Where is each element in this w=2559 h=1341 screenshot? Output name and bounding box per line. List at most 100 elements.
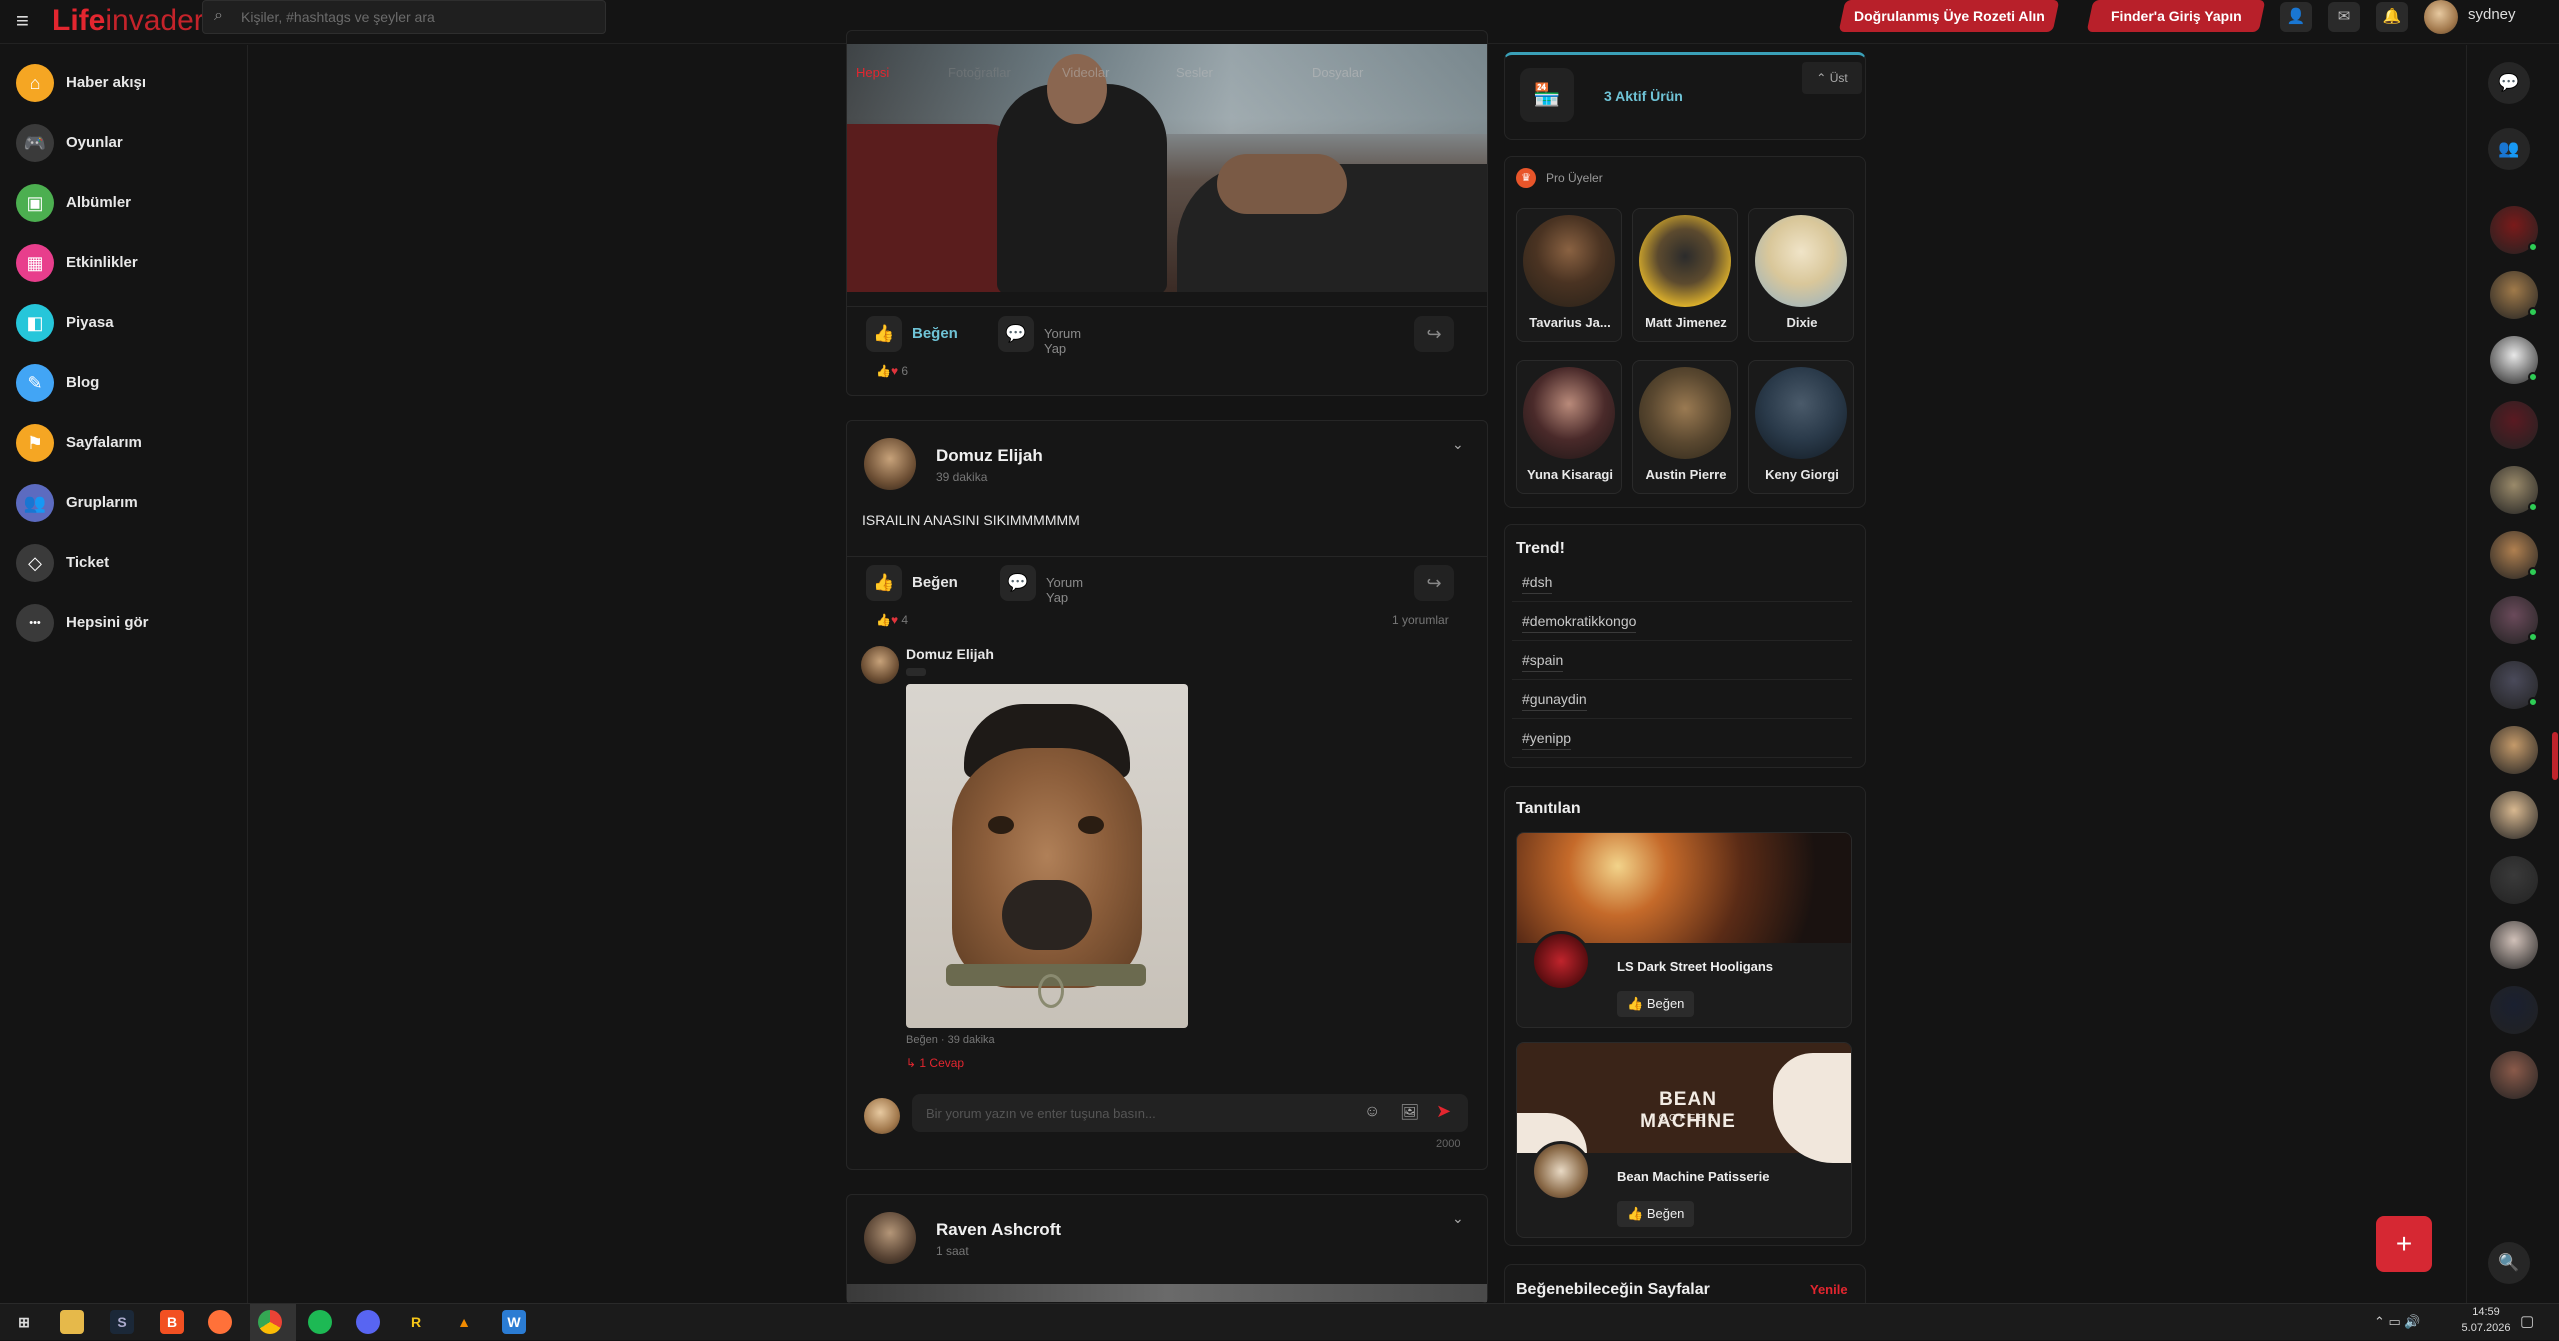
- promoted-name[interactable]: LS Dark Street Hooligans: [1617, 959, 1773, 974]
- user-avatar[interactable]: [2424, 0, 2458, 34]
- promoted-name[interactable]: Bean Machine Patisserie: [1617, 1169, 1769, 1184]
- pro-member-card[interactable]: Tavarius Ja...: [1516, 208, 1622, 342]
- author-avatar[interactable]: [864, 1212, 916, 1264]
- finder-login-button[interactable]: Finder'a Giriş Yapın: [2086, 0, 2266, 32]
- like-page-button[interactable]: 👍 Beğen: [1617, 991, 1695, 1017]
- sidebar-item-2[interactable]: ▣ Albümler: [14, 182, 234, 224]
- comment-meta[interactable]: Beğen · 39 dakika: [906, 1034, 995, 1046]
- notification-center-icon[interactable]: ▢: [2520, 1312, 2534, 1330]
- contact-avatar[interactable]: [2490, 401, 2538, 449]
- replies-link[interactable]: ↳ 1 Cevap: [906, 1056, 964, 1070]
- find-contact-icon[interactable]: 🔍: [2488, 1242, 2530, 1284]
- post-time[interactable]: 39 dakika: [936, 470, 987, 484]
- contact-avatar[interactable]: [2490, 921, 2538, 969]
- tab-sounds[interactable]: Sesler: [1176, 65, 1213, 80]
- share-icon[interactable]: ↪: [1414, 316, 1454, 352]
- word-icon[interactable]: W: [502, 1310, 526, 1334]
- sidebar-item-7[interactable]: 👥 Gruplarım: [14, 482, 234, 524]
- tab-videos[interactable]: Videolar: [1062, 65, 1109, 80]
- post-author[interactable]: Raven Ashcroft: [936, 1220, 1061, 1240]
- promoted-page-hooligans[interactable]: LS Dark Street Hooligans 👍 Beğen: [1516, 832, 1852, 1028]
- send-icon[interactable]: ➤: [1436, 1101, 1451, 1122]
- contact-avatar[interactable]: [2490, 531, 2538, 579]
- promoted-page-bean-machine[interactable]: BEAN MACHINE COFFEE Bean Machine Patisse…: [1516, 1042, 1852, 1238]
- top-button[interactable]: ⌃ Üst: [1802, 62, 1862, 94]
- contact-avatar[interactable]: [2490, 206, 2538, 254]
- discord-icon[interactable]: [356, 1310, 380, 1334]
- trend-hashtag[interactable]: #spain: [1522, 652, 1564, 672]
- comment-author[interactable]: Domuz Elijah: [906, 646, 994, 662]
- post-time[interactable]: 1 saat: [936, 1244, 969, 1258]
- commenter-avatar[interactable]: [861, 646, 899, 684]
- chrome-icon[interactable]: [258, 1310, 282, 1334]
- logo[interactable]: Lifeinvader: [52, 4, 204, 38]
- messages-icon[interactable]: ✉: [2328, 2, 2360, 32]
- pro-member-card[interactable]: Keny Giorgi: [1748, 360, 1854, 494]
- username[interactable]: sydney: [2468, 6, 2516, 23]
- bell-icon[interactable]: 🔔: [2376, 2, 2408, 32]
- spotify-icon[interactable]: [308, 1310, 332, 1334]
- pro-member-card[interactable]: Austin Pierre: [1632, 360, 1738, 494]
- contact-avatar[interactable]: [2490, 661, 2538, 709]
- comment-count[interactable]: 1 yorumlar: [1392, 613, 1449, 627]
- create-post-button[interactable]: +: [2376, 1216, 2432, 1272]
- image-upload-icon[interactable]: 🖼: [1400, 1103, 1419, 1121]
- emoji-icon[interactable]: ☺: [1364, 1103, 1380, 1121]
- verified-badge-button[interactable]: Doğrulanmış Üye Rozeti Alın: [1838, 0, 2060, 32]
- vlc-icon[interactable]: ▲: [452, 1310, 476, 1334]
- sidebar-item-0[interactable]: ⌂ Haber akışı: [14, 62, 234, 104]
- author-avatar[interactable]: [864, 438, 916, 490]
- contact-avatar[interactable]: [2490, 466, 2538, 514]
- brave-icon[interactable]: B: [160, 1310, 184, 1334]
- pro-member-card[interactable]: Yuna Kisaragi: [1516, 360, 1622, 494]
- contact-avatar[interactable]: [2490, 986, 2538, 1034]
- contact-avatar[interactable]: [2490, 1051, 2538, 1099]
- sidebar-item-8[interactable]: ◇ Ticket: [14, 542, 234, 584]
- sidebar-item-5[interactable]: ✎ Blog: [14, 362, 234, 404]
- tray-icons[interactable]: ⌃ ▭ 🔊: [2374, 1314, 2421, 1330]
- sidebar-item-4[interactable]: ◧ Piyasa: [14, 302, 234, 344]
- trend-hashtag[interactable]: #yenipp: [1522, 730, 1572, 750]
- comment-image-dog[interactable]: [906, 684, 1188, 1028]
- contact-avatar[interactable]: [2490, 596, 2538, 644]
- contact-avatar[interactable]: [2490, 856, 2538, 904]
- contact-avatar[interactable]: [2490, 336, 2538, 384]
- active-products-link[interactable]: 3 Aktif Ürün: [1604, 88, 1683, 104]
- chevron-down-icon[interactable]: ⌄: [1452, 436, 1464, 453]
- search-input[interactable]: ⌕ Kişiler, #hashtags ve şeyler ara: [202, 0, 606, 34]
- tab-all[interactable]: Hepsi: [856, 65, 889, 80]
- tab-files[interactable]: Dosyalar: [1312, 65, 1363, 80]
- contact-avatar[interactable]: [2490, 271, 2538, 319]
- pro-member-card[interactable]: Dixie: [1748, 208, 1854, 342]
- menu-icon[interactable]: ≡: [16, 10, 38, 32]
- reaction-summary[interactable]: 👍♥ 6: [876, 364, 908, 378]
- post-image-preview[interactable]: [847, 1284, 1487, 1302]
- scrollbar-indicator[interactable]: [2552, 732, 2558, 780]
- windows-start-icon[interactable]: ⊞: [12, 1310, 36, 1334]
- tab-photos[interactable]: Fotoğraflar: [948, 65, 1011, 80]
- sidebar-item-1[interactable]: 🎮 Oyunlar: [14, 122, 234, 164]
- sidebar-item-6[interactable]: ⚑ Sayfalarım: [14, 422, 234, 464]
- file-explorer-icon[interactable]: [60, 1310, 84, 1334]
- contact-avatar[interactable]: [2490, 791, 2538, 839]
- sidebar-item-9[interactable]: ••• Hepsini gör: [14, 602, 234, 644]
- chevron-down-icon[interactable]: ⌄: [1452, 1210, 1464, 1227]
- refresh-link[interactable]: Yenile: [1810, 1282, 1848, 1297]
- post-author[interactable]: Domuz Elijah: [936, 446, 1043, 466]
- group-chat-icon[interactable]: 👥: [2488, 128, 2530, 170]
- sidebar-item-3[interactable]: ▦ Etkinlikler: [14, 242, 234, 284]
- clock-time[interactable]: 14:59: [2456, 1306, 2516, 1318]
- trend-hashtag[interactable]: #gunaydin: [1522, 691, 1587, 711]
- trend-hashtag[interactable]: #demokratikkongo: [1522, 613, 1637, 633]
- chat-icon[interactable]: 💬: [2488, 62, 2530, 104]
- share-icon[interactable]: ↪: [1414, 565, 1454, 601]
- steam-icon[interactable]: S: [110, 1310, 134, 1334]
- like-page-button[interactable]: 👍 Beğen: [1617, 1201, 1695, 1227]
- clock-date[interactable]: 5.07.2026: [2450, 1322, 2522, 1334]
- reaction-summary[interactable]: 👍♥ 4: [876, 613, 908, 627]
- contact-avatar[interactable]: [2490, 726, 2538, 774]
- pro-member-card[interactable]: Matt Jimenez: [1632, 208, 1738, 342]
- trend-hashtag[interactable]: #dsh: [1522, 574, 1553, 594]
- comment-input[interactable]: Bir yorum yazın ve enter tuşuna basın...…: [912, 1094, 1468, 1132]
- add-friend-icon[interactable]: 👤: [2280, 2, 2312, 32]
